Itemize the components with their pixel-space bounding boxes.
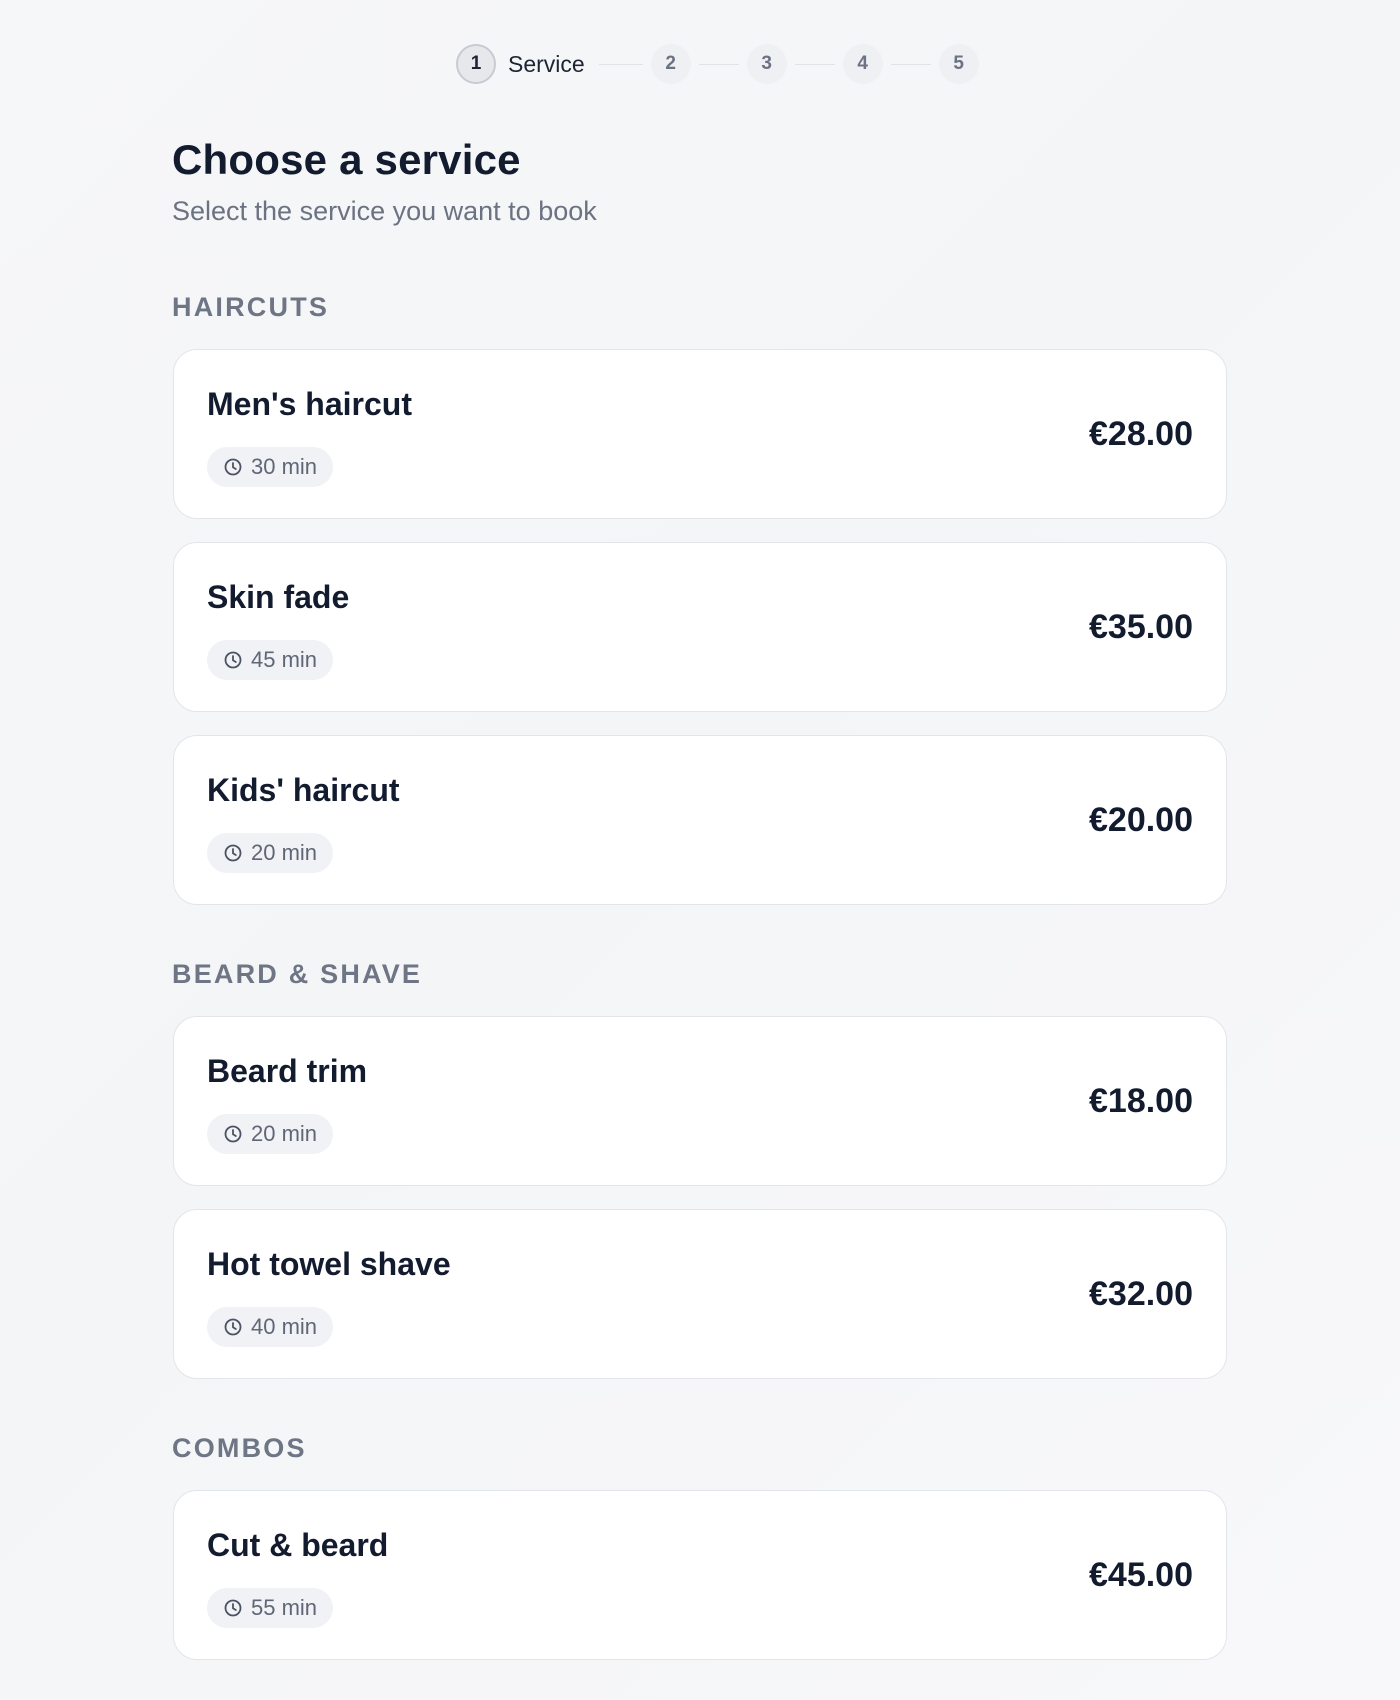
service-card-hot-towel-shave[interactable]: Hot towel shave 40 min €32.00: [173, 1209, 1227, 1379]
duration-badge: 55 min: [207, 1588, 334, 1628]
step-label: Service: [508, 50, 585, 77]
service-price: €32.00: [1089, 1274, 1193, 1313]
clock-icon: [224, 1599, 242, 1617]
service-card-mens-haircut[interactable]: Men's haircut 30 min €28.00: [173, 349, 1227, 519]
step-1-service[interactable]: 1 Service: [456, 44, 585, 84]
clock-icon: [224, 651, 242, 669]
service-price: €20.00: [1089, 800, 1193, 839]
service-price: €28.00: [1089, 414, 1193, 453]
booking-stepper: 1 Service 2 3 4 5: [456, 42, 979, 86]
duration-text: 20 min: [251, 840, 318, 865]
step-number: 2: [650, 44, 691, 84]
step-number: 1: [456, 44, 496, 84]
duration-badge: 20 min: [207, 1114, 334, 1154]
step-connector: [598, 63, 643, 65]
service-name: Beard trim: [207, 1053, 368, 1089]
step-number: 4: [842, 44, 883, 84]
step-4[interactable]: 4: [842, 44, 883, 84]
service-name: Skin fade: [207, 579, 350, 615]
duration-badge: 40 min: [207, 1307, 334, 1347]
duration-text: 30 min: [251, 454, 318, 479]
clock-icon: [224, 1125, 242, 1143]
section-title-haircuts: HAIRCUTS: [172, 292, 330, 322]
duration-text: 55 min: [251, 1595, 318, 1620]
service-card-skin-fade[interactable]: Skin fade 45 min €35.00: [173, 542, 1227, 712]
step-number: 3: [746, 44, 787, 84]
service-name: Cut & beard: [207, 1527, 389, 1563]
service-card-kids-haircut[interactable]: Kids' haircut 20 min €20.00: [173, 735, 1227, 905]
duration-text: 20 min: [251, 1121, 318, 1146]
service-name: Kids' haircut: [207, 772, 400, 808]
service-price: €35.00: [1089, 607, 1193, 646]
duration-badge: 45 min: [207, 640, 334, 680]
service-name: Men's haircut: [207, 386, 412, 422]
step-connector: [698, 63, 739, 65]
section-title-beard-shave: BEARD & SHAVE: [172, 959, 423, 989]
step-connector: [890, 63, 931, 65]
step-2[interactable]: 2: [650, 44, 691, 84]
service-name: Hot towel shave: [207, 1246, 451, 1282]
step-5[interactable]: 5: [938, 44, 979, 84]
section-title-combos: COMBOS: [172, 1433, 307, 1463]
step-3[interactable]: 3: [746, 44, 787, 84]
service-price: €18.00: [1089, 1081, 1193, 1120]
page-subtitle: Select the service you want to book: [172, 196, 597, 226]
step-number: 5: [938, 44, 979, 84]
duration-text: 40 min: [251, 1314, 318, 1339]
duration-badge: 20 min: [207, 833, 334, 873]
clock-icon: [224, 844, 242, 862]
duration-badge: 30 min: [207, 447, 334, 487]
service-card-cut-beard[interactable]: Cut & beard 55 min €45.00: [173, 1490, 1227, 1660]
step-connector: [794, 63, 835, 65]
page-title: Choose a service: [172, 136, 521, 183]
service-card-beard-trim[interactable]: Beard trim 20 min €18.00: [173, 1016, 1227, 1186]
duration-text: 45 min: [251, 647, 318, 672]
service-price: €45.00: [1089, 1555, 1193, 1594]
clock-icon: [224, 458, 242, 476]
clock-icon: [224, 1318, 242, 1336]
